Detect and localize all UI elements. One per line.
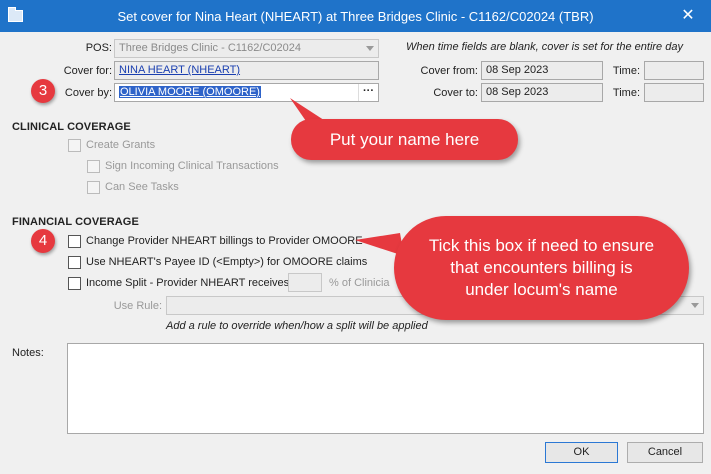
callout-name: Put your name here [291, 119, 518, 160]
callout-tick: Tick this box if need to ensure that enc… [394, 216, 689, 320]
